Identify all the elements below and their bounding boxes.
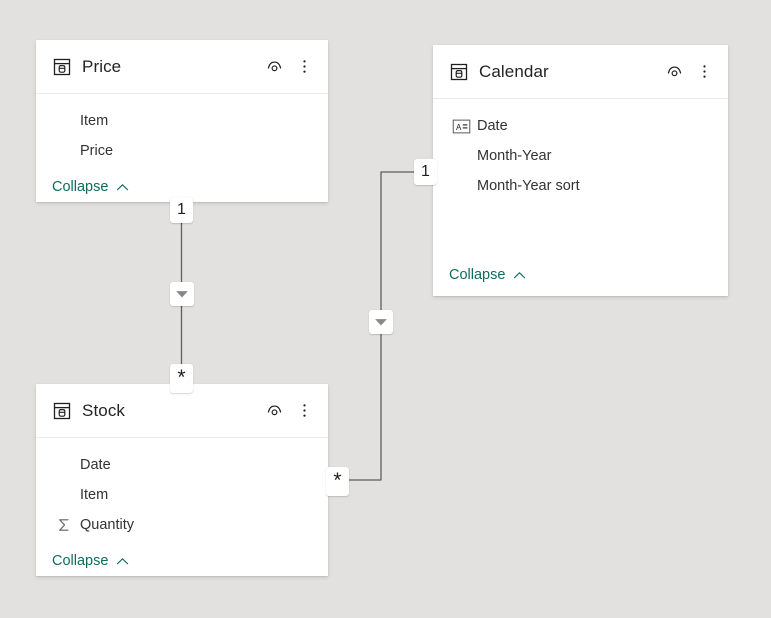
field-row[interactable]: Quantity (36, 510, 328, 540)
field-row[interactable]: Month-Year sort (433, 171, 728, 201)
sigma-aggregate-icon (54, 515, 74, 535)
field-label: Date (477, 118, 508, 134)
collapse-button-calendar[interactable]: Collapse (449, 267, 527, 283)
table-title-stock: Stock (82, 400, 126, 420)
field-label: Month-Year (477, 148, 552, 164)
table-header-actions-price (262, 55, 316, 79)
filter-direction-down-icon-calendar-stock[interactable] (369, 310, 393, 334)
eye-hide-icon[interactable] (662, 60, 686, 84)
field-label: Item (80, 487, 109, 503)
field-row[interactable]: Date (36, 450, 328, 480)
svg-text:A: A (456, 122, 462, 131)
table-icon (450, 63, 468, 80)
table-header-actions-calendar (662, 60, 716, 84)
field-label: Quantity (80, 517, 134, 533)
triangle-down-icon (375, 319, 387, 326)
collapse-button-stock[interactable]: Collapse (52, 553, 130, 569)
cardinality-badge-many-price-stock[interactable]: * (170, 364, 193, 393)
table-fields-price: Item Price (36, 94, 328, 166)
table-card-calendar[interactable]: Calendar A Date Month-Year Month-Year so… (433, 45, 728, 296)
field-row[interactable]: Item (36, 480, 328, 510)
table-header-actions-stock (262, 399, 316, 423)
table-card-stock[interactable]: Stock Date Item Quantity Collapse (36, 384, 328, 576)
table-footer-stock: Collapse (36, 540, 328, 582)
table-header-calendar: Calendar (433, 45, 728, 99)
model-diagram-canvas: Price Item Price Collapse Calendar A Dat… (0, 0, 771, 618)
field-icon-none (54, 111, 74, 131)
table-icon (53, 402, 71, 419)
table-header-price: Price (36, 40, 328, 94)
field-icon-none (451, 146, 471, 166)
field-icon-none (451, 176, 471, 196)
chevron-up-icon (117, 557, 129, 564)
field-icon-none (54, 141, 74, 161)
cardinality-badge-many-calendar-stock[interactable]: * (326, 467, 349, 496)
chevron-up-icon (514, 271, 526, 278)
table-title-calendar: Calendar (479, 61, 549, 81)
table-card-price[interactable]: Price Item Price Collapse (36, 40, 328, 202)
field-label: Date (80, 457, 111, 473)
field-label: Price (80, 143, 114, 159)
field-icon-none (54, 455, 74, 475)
eye-hide-icon[interactable] (262, 55, 286, 79)
collapse-label: Collapse (449, 267, 506, 283)
field-label: Item (80, 113, 109, 129)
field-row[interactable]: Month-Year (433, 141, 728, 171)
field-row[interactable]: Item (36, 106, 328, 136)
table-fields-calendar: A Date Month-Year Month-Year sort (433, 99, 728, 254)
cardinality-badge-one-calendar-stock[interactable]: 1 (414, 159, 437, 185)
field-label: Month-Year sort (477, 178, 580, 194)
collapse-button-price[interactable]: Collapse (52, 179, 130, 195)
chevron-up-icon (117, 183, 129, 190)
field-row[interactable]: A Date (433, 111, 728, 141)
more-options-icon[interactable] (292, 55, 316, 79)
eye-hide-icon[interactable] (262, 399, 286, 423)
more-options-icon[interactable] (292, 399, 316, 423)
collapse-label: Collapse (52, 553, 109, 569)
cardinality-badge-one-price-stock[interactable]: 1 (170, 197, 193, 223)
triangle-down-icon (176, 291, 188, 298)
sort-by-column-icon: A (451, 116, 471, 136)
more-options-icon[interactable] (692, 60, 716, 84)
field-row[interactable]: Price (36, 136, 328, 166)
collapse-label: Collapse (52, 179, 109, 195)
table-fields-stock: Date Item Quantity (36, 438, 328, 540)
table-icon (53, 58, 71, 75)
table-title-price: Price (82, 56, 122, 76)
field-icon-none (54, 485, 74, 505)
table-footer-calendar: Collapse (433, 254, 728, 296)
filter-direction-down-icon-price-stock[interactable] (170, 282, 194, 306)
